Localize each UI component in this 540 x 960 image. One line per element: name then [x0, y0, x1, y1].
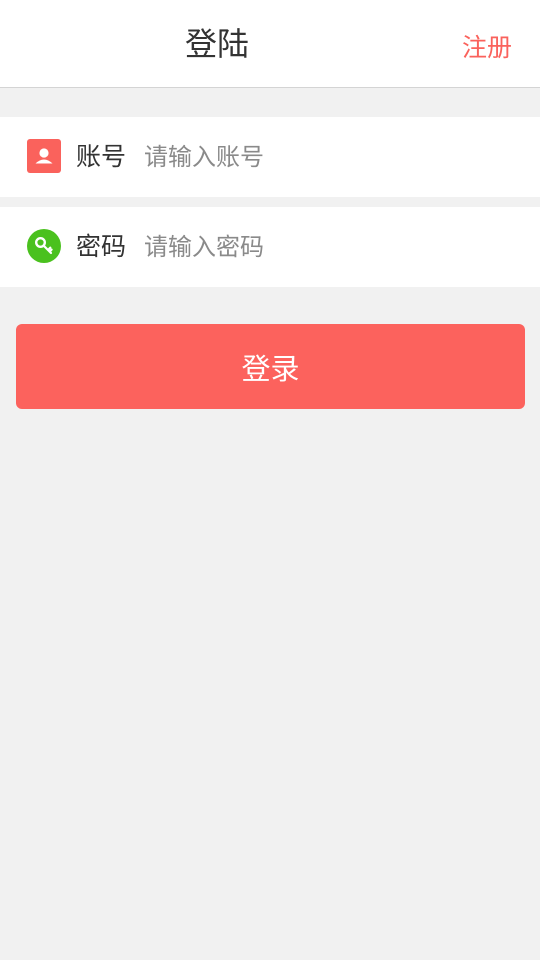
- account-label: 账号: [76, 142, 127, 171]
- account-input[interactable]: [144, 131, 514, 183]
- user-card-icon: [27, 139, 61, 173]
- key-icon: [27, 229, 61, 263]
- page-title: 登陆: [184, 25, 249, 63]
- account-row: 账号: [0, 117, 540, 197]
- top-bar: 登陆 注册: [0, 0, 540, 88]
- login-button[interactable]: 登录: [16, 324, 525, 409]
- password-input[interactable]: [144, 221, 514, 273]
- register-link[interactable]: 注册: [462, 0, 512, 96]
- password-row: 密码: [0, 207, 540, 287]
- password-label: 密码: [76, 232, 127, 261]
